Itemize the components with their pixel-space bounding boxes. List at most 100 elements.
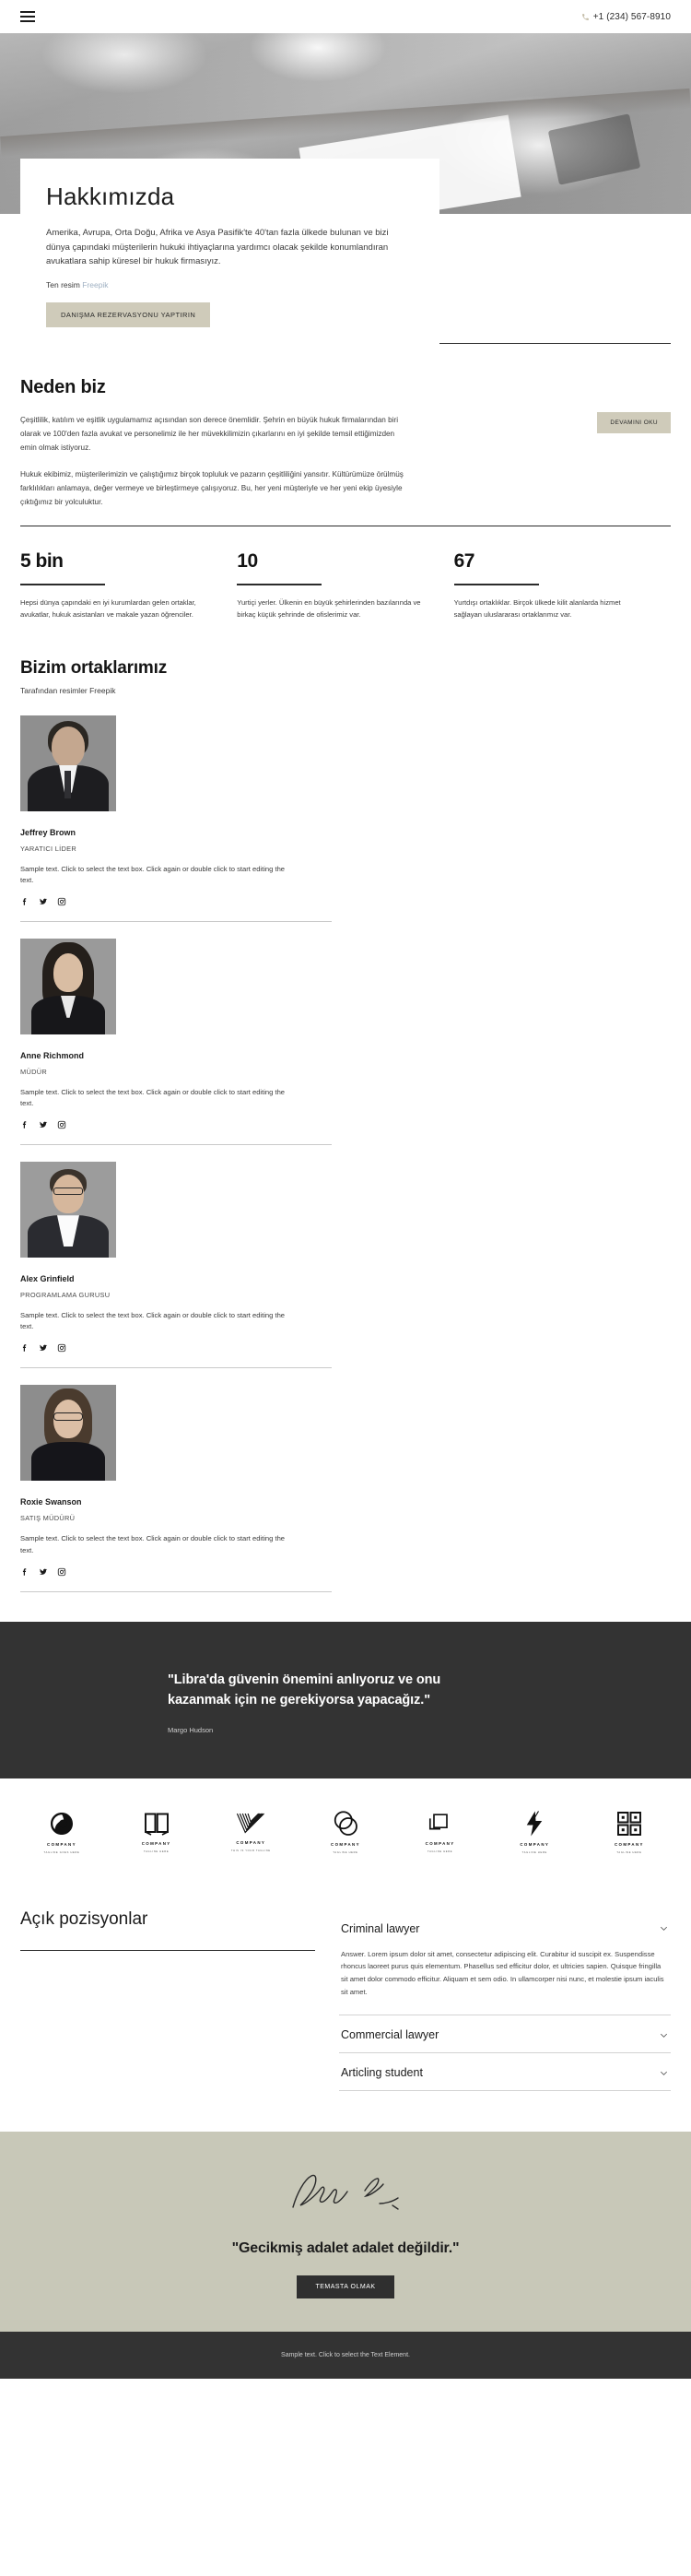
- stat-rule: [20, 584, 105, 586]
- instagram-icon[interactable]: [57, 1343, 66, 1353]
- header-phone[interactable]: +1 (234) 567-8910: [581, 12, 671, 22]
- client-logo-tagline: TAGLINE HERE: [144, 1849, 170, 1853]
- signature-section: "Gecikmiş adalet adalet değildir." TEMAS…: [0, 2132, 691, 2333]
- facebook-icon[interactable]: [20, 897, 29, 906]
- social-links: [20, 1567, 332, 1577]
- team-grid: Jeffrey Brown YARATICI LİDER Sample text…: [20, 715, 671, 1609]
- client-logo-tagline: TAGLINE HERE: [616, 1850, 642, 1854]
- book-consultation-button[interactable]: DANIŞMA REZERVASYONU YAPTIRIN: [46, 302, 211, 328]
- chevron-down-icon[interactable]: [659, 2068, 669, 2078]
- instagram-icon[interactable]: [57, 1120, 66, 1129]
- stat-value: 5 bin: [20, 550, 64, 573]
- lightning-bolt-logo-icon: [527, 1810, 543, 1837]
- footer-text: Sample text. Click to select the Text El…: [281, 2352, 410, 2359]
- social-links: [20, 1120, 332, 1129]
- vacancies-title: Açık pozisyonlar: [20, 1908, 148, 1929]
- ring-swirl-logo-icon: [51, 1812, 73, 1835]
- accordion-header-articling-student[interactable]: Articling student: [339, 2053, 671, 2090]
- accordion-body: Answer. Lorem ipsum dolor sit amet, cons…: [341, 1949, 664, 1996]
- accordion-item: Articling student: [339, 2053, 671, 2092]
- about-credit-prefix: Ten resim: [46, 280, 80, 290]
- burger-line: [20, 20, 35, 22]
- page-title: Hakkımızda: [46, 183, 175, 210]
- client-logo-tagline: THIS IS YOUR TAGLINE: [230, 1849, 271, 1852]
- facebook-icon[interactable]: [20, 1120, 29, 1129]
- about-card: Hakkımızda Amerika, Avrupa, Orta Doğu, A…: [20, 159, 439, 349]
- client-logo[interactable]: COMPANY TAGLINE HERE: [504, 1810, 565, 1854]
- client-logo[interactable]: COMPANY THIS IS YOUR TAGLINE: [220, 1812, 281, 1852]
- burger-line: [20, 11, 35, 13]
- stats-row: 5 bin Hepsi dünya çapındaki en iyi kurum…: [0, 526, 691, 621]
- handwritten-signature-icon: [292, 2175, 399, 2210]
- twitter-icon[interactable]: [39, 1343, 48, 1353]
- social-links: [20, 1343, 332, 1353]
- client-logo-tagline: TAGLINE HERE: [521, 1850, 547, 1854]
- stat-item: 5 bin Hepsi dünya çapındaki en iyi kurum…: [20, 550, 237, 621]
- open-book-logo-icon: [144, 1813, 169, 1836]
- checkmark-stripes-logo-icon: [237, 1813, 265, 1834]
- team-member-blurb: Sample text. Click to select the text bo…: [20, 1311, 286, 1331]
- read-more-button[interactable]: DEVAMINI OKU: [597, 412, 671, 433]
- client-logo[interactable]: COMPANY TAGLINE HERE: [599, 1810, 660, 1854]
- accordion-item: Criminal lawyer Answer. Lorem ipsum dolo…: [339, 1909, 671, 2016]
- accordion-header-criminal-lawyer[interactable]: Criminal lawyer: [339, 1909, 671, 1946]
- stat-description: Hepsi dünya çapındaki en iyi kurumlardan…: [20, 598, 196, 620]
- facebook-icon[interactable]: [20, 1567, 29, 1577]
- facebook-icon[interactable]: [20, 1343, 29, 1353]
- client-logo-tagline: TAGLINE HERE: [427, 1849, 453, 1853]
- chevron-down-icon[interactable]: [659, 2030, 669, 2040]
- site-footer: Sample text. Click to select the Text El…: [0, 2332, 691, 2380]
- client-logo[interactable]: COMPANY TAGLINE HERE: [126, 1811, 187, 1853]
- stat-value: 10: [237, 550, 258, 573]
- team-member-name: Roxie Swanson: [20, 1497, 82, 1507]
- freepik-link[interactable]: Freepik: [82, 280, 108, 290]
- stat-value: 67: [453, 550, 475, 573]
- accordion-label: Commercial lawyer: [341, 2028, 439, 2042]
- twitter-icon[interactable]: [39, 1567, 48, 1577]
- avatar: [20, 1162, 116, 1258]
- team-member-role: YARATICI LİDER: [20, 844, 77, 853]
- why-us-title: Neden biz: [20, 377, 106, 397]
- team-member-role: PROGRAMLAMA GURUSU: [20, 1291, 111, 1300]
- client-logo-name: COMPANY: [236, 1839, 266, 1845]
- team-card: Roxie Swanson SATIŞ MÜDÜRÜ Sample text. …: [20, 1385, 332, 1592]
- vacancies-accordion: Criminal lawyer Answer. Lorem ipsum dolo…: [339, 1909, 671, 2092]
- chevron-down-icon[interactable]: [659, 1923, 669, 1933]
- grid-blocks-logo-icon: [616, 1811, 641, 1836]
- twitter-icon[interactable]: [39, 897, 48, 906]
- instagram-icon[interactable]: [57, 897, 66, 906]
- client-logo[interactable]: COMPANY TAGLINE HERE: [410, 1811, 471, 1853]
- why-us-section: Neden biz Çeşitlilik, katılım ve eşitlik…: [0, 344, 691, 509]
- twitter-icon[interactable]: [39, 1120, 48, 1129]
- vacancies-rule: [20, 1949, 315, 1951]
- team-member-blurb: Sample text. Click to select the text bo…: [20, 864, 286, 884]
- hero-device-shape: [547, 113, 641, 185]
- stat-description: Yurtiçi yerler. Ülkenin en büyük şehirle…: [237, 598, 421, 620]
- client-logo[interactable]: COMPANY TAGLINE HERE: [315, 1810, 376, 1854]
- overlapping-circles-logo-icon: [334, 1811, 357, 1836]
- team-member-name: Jeffrey Brown: [20, 827, 76, 837]
- quote-text: "Libra'da güvenin önemini anlıyoruz ve o…: [168, 1672, 441, 1708]
- team-card: Anne Richmond MÜDÜR Sample text. Click t…: [20, 938, 332, 1146]
- vacancies-heading-column: Açık pozisyonlar: [20, 1909, 315, 2092]
- client-logo-name: COMPANY: [141, 1840, 171, 1846]
- social-links: [20, 897, 332, 906]
- bracket-square-logo-icon: [428, 1814, 448, 1830]
- why-us-paragraph-2: Hukuk ekibimiz, müşterilerimizin ve çalı…: [20, 469, 404, 506]
- team-member-blurb: Sample text. Click to select the text bo…: [20, 1534, 286, 1554]
- avatar: [20, 938, 116, 1034]
- team-card: Alex Grinfield PROGRAMLAMA GURUSU Sample…: [20, 1162, 332, 1369]
- avatar: [20, 1385, 116, 1482]
- accordion-header-commercial-lawyer[interactable]: Commercial lawyer: [339, 2015, 671, 2052]
- stat-item: 67 Yurtdışı ortaklıklar. Birçok ülkede k…: [453, 550, 671, 621]
- client-logo-name: COMPANY: [520, 1841, 550, 1847]
- header-phone-number: +1 (234) 567-8910: [592, 11, 671, 22]
- hamburger-menu-icon[interactable]: [20, 11, 35, 22]
- client-logo-name: COMPANY: [425, 1840, 455, 1846]
- client-logo[interactable]: COMPANY TAGLINE GOES HERE: [31, 1810, 92, 1854]
- signature-headline: "Gecikmiş adalet adalet değildir.": [231, 2240, 460, 2257]
- contact-button[interactable]: TEMASTA OLMAK: [297, 2275, 394, 2299]
- instagram-icon[interactable]: [57, 1567, 66, 1577]
- team-card: Jeffrey Brown YARATICI LİDER Sample text…: [20, 715, 332, 922]
- client-logos-row: COMPANY TAGLINE GOES HERE COMPANY TAGLIN…: [0, 1778, 691, 1885]
